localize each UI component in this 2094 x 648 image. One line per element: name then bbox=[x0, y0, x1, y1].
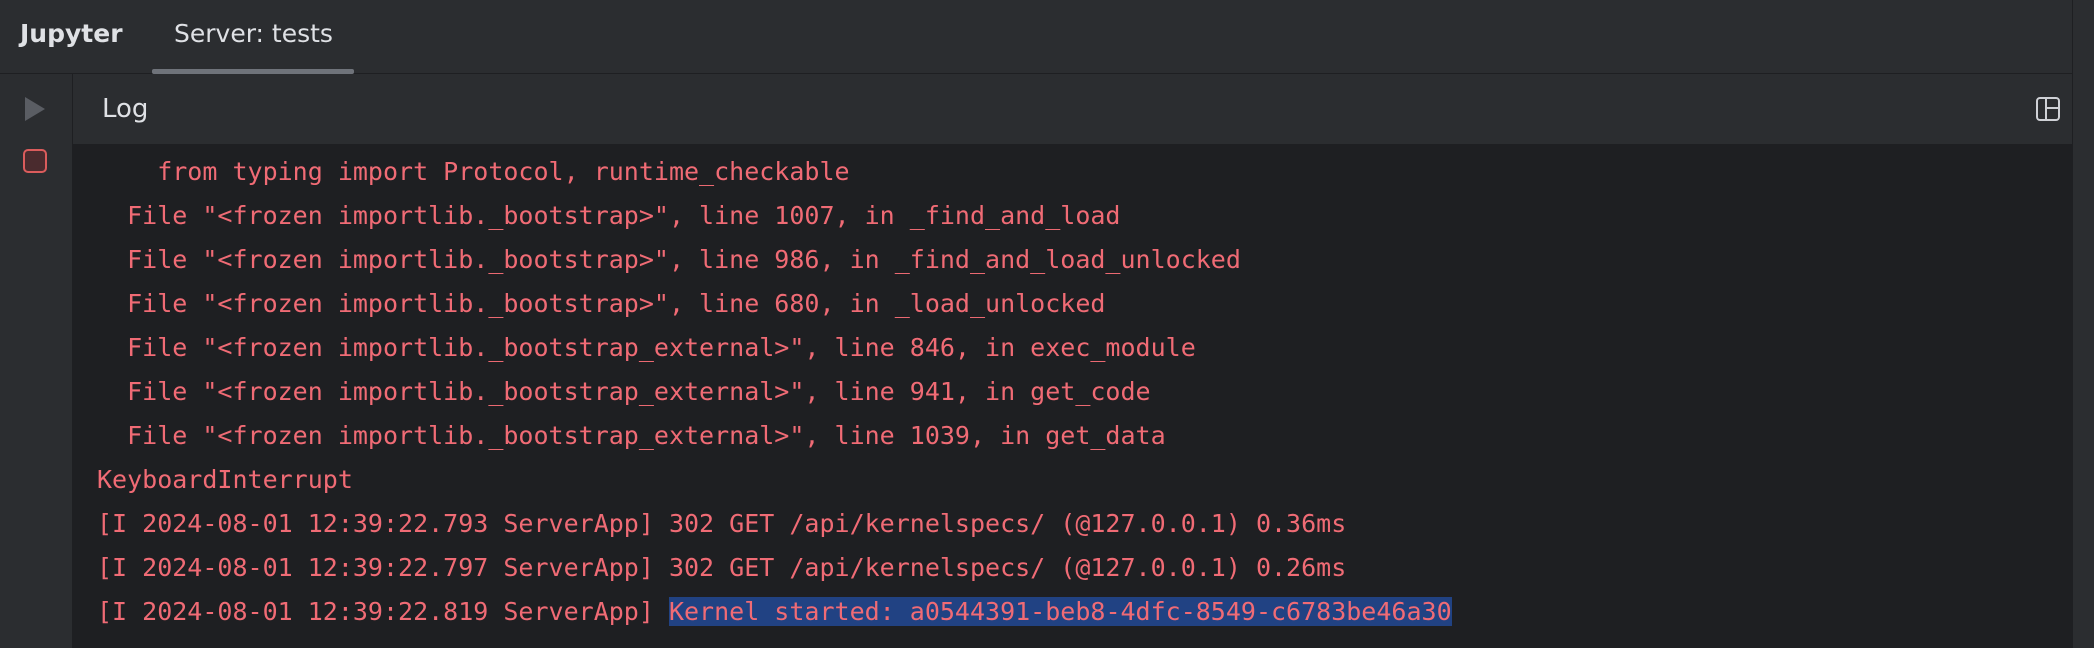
tool-window-header: Jupyter Server: tests bbox=[0, 0, 2072, 74]
selected-text: Kernel started: a0544391-beb8-4dfc-8549-… bbox=[668, 597, 1452, 626]
log-line: File "<frozen importlib._bootstrap_exter… bbox=[97, 333, 1196, 362]
log-line: File "<frozen importlib._bootstrap>", li… bbox=[97, 289, 1106, 318]
log-line: File "<frozen importlib._bootstrap_exter… bbox=[97, 377, 1151, 406]
log-panel: Log from typing import Protocol, runtime… bbox=[73, 74, 2072, 648]
log-line: [I 2024-08-01 12:39:22.797 ServerApp] 30… bbox=[97, 553, 1347, 582]
log-line: from typing import Protocol, runtime_che… bbox=[97, 157, 850, 186]
log-line: File "<frozen importlib._bootstrap>", li… bbox=[97, 201, 1121, 230]
run-icon bbox=[25, 97, 45, 121]
log-line: File "<frozen importlib._bootstrap_exter… bbox=[97, 421, 1166, 450]
log-panel-title: Log bbox=[102, 94, 149, 124]
log-line: File "<frozen importlib._bootstrap>", li… bbox=[97, 245, 1241, 274]
layout-button[interactable] bbox=[2033, 94, 2063, 124]
run-button[interactable] bbox=[18, 92, 52, 126]
stop-icon bbox=[23, 149, 47, 173]
stop-button[interactable] bbox=[18, 144, 52, 178]
log-line-last: [I 2024-08-01 12:39:22.819 ServerApp] Ke… bbox=[97, 590, 2057, 634]
log-panel-header: Log bbox=[73, 74, 2072, 144]
tab-label: Server: tests bbox=[174, 19, 333, 48]
right-tool-strip bbox=[2072, 0, 2094, 648]
left-toolbar bbox=[0, 74, 73, 648]
log-output[interactable]: from typing import Protocol, runtime_che… bbox=[97, 150, 2057, 648]
layout-icon bbox=[2036, 97, 2060, 121]
tab-server-tests[interactable]: Server: tests bbox=[152, 0, 354, 74]
log-line: [I 2024-08-01 12:39:22.793 ServerApp] 30… bbox=[97, 509, 1347, 538]
log-line: KeyboardInterrupt bbox=[97, 465, 353, 494]
app-title: Jupyter bbox=[20, 19, 123, 48]
log-line-prefix: [I 2024-08-01 12:39:22.819 ServerApp] bbox=[97, 597, 669, 626]
